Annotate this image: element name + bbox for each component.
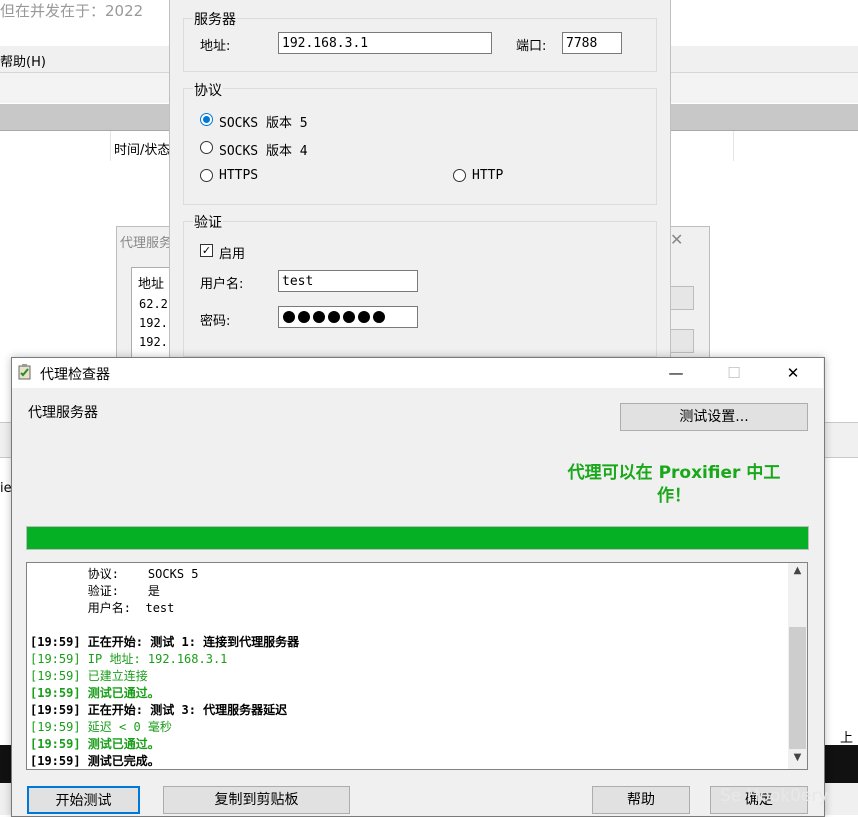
clipboard-check-icon <box>17 363 33 380</box>
log-line: [19:59] IP 地址: 192.168.3.1 <box>30 652 228 666</box>
enable-auth-checkbox[interactable]: ✓ <box>200 244 213 257</box>
status-message: 代理可以在 Proxifier 中工 作！ <box>548 462 800 508</box>
help-button[interactable]: 帮助 <box>592 786 690 814</box>
test-settings-button[interactable]: 测试设置... <box>620 403 808 431</box>
test-log-lines: 协议: SOCKS 5 验证: 是 用户名: test [19:59] 正在开始:… <box>30 566 785 770</box>
radio-socks4-label[interactable]: SOCKS 版本 4 <box>219 140 308 159</box>
password-label: 密码: <box>200 314 231 329</box>
status-message-line: 代理可以在 Proxifier 中工 <box>567 463 781 483</box>
progress-bar-fill <box>27 527 808 549</box>
protocol-group-title: 协议 <box>193 80 223 100</box>
scroll-up-icon[interactable]: ▲ <box>788 565 807 576</box>
radio-socks5-label[interactable]: SOCKS 版本 5 <box>219 112 308 131</box>
column-divider <box>733 131 734 161</box>
log-line: 协议: SOCKS 5 <box>30 567 199 581</box>
password-dot <box>343 310 355 323</box>
status-message-line: 作！ <box>657 486 691 506</box>
start-test-button[interactable]: 开始测试 <box>27 786 140 814</box>
password-field[interactable] <box>278 306 418 328</box>
log-line: [19:59] 正在开始: 测试 3: 代理服务器延迟 <box>30 703 288 717</box>
minimize-icon[interactable]: — <box>653 358 699 388</box>
checker-titlebar[interactable] <box>12 358 823 388</box>
column-divider <box>110 131 111 161</box>
close-icon[interactable]: ✕ <box>670 230 683 249</box>
proxy-list-row[interactable]: 192. <box>139 335 168 349</box>
proxy-list-row[interactable]: 62.2 <box>139 297 168 311</box>
log-line: 验证: 是 <box>30 584 160 598</box>
log-line: 用户名: test <box>30 601 175 615</box>
proxy-dialog-button[interactable] <box>670 286 694 310</box>
background-side-text: ie <box>0 481 12 496</box>
log-line: [19:59] 测试已通过。 <box>30 686 160 700</box>
username-label: 用户名: <box>200 277 244 292</box>
copy-to-clipboard-button[interactable]: 复制到剪贴板 <box>163 786 350 814</box>
proxy-list-row[interactable]: 192. <box>139 316 168 330</box>
proxy-list-header-address[interactable]: 地址 <box>138 273 164 292</box>
watermark: Se Hook0ery <box>720 786 829 806</box>
close-icon[interactable]: ✕ <box>770 358 816 388</box>
column-header-time-status[interactable]: 时间/状态 <box>114 139 170 158</box>
radio-http[interactable] <box>453 169 466 182</box>
password-dot <box>358 310 370 323</box>
auth-groupbox <box>183 221 657 357</box>
background-right-fragment: 上 <box>840 731 854 746</box>
password-dot <box>373 310 385 323</box>
radio-https[interactable] <box>200 169 213 182</box>
log-line: [19:59] 已建立连接 <box>30 669 148 683</box>
password-dot <box>298 310 310 323</box>
password-dot <box>313 310 325 323</box>
auth-group-title: 验证 <box>193 212 223 232</box>
maximize-icon[interactable]: ☐ <box>711 358 757 388</box>
radio-socks4[interactable] <box>200 141 213 154</box>
address-label: 地址: <box>200 39 231 54</box>
radio-https-label[interactable]: HTTPS <box>219 168 258 183</box>
log-line: [19:59] 测试已通过。 <box>30 737 160 751</box>
scroll-thumb[interactable] <box>789 627 806 749</box>
address-field[interactable]: 192.168.3.1 <box>278 32 492 54</box>
username-field[interactable]: test <box>278 270 418 292</box>
enable-auth-label[interactable]: 启用 <box>219 243 245 262</box>
log-line: [19:59] 正在开始: 测试 1: 连接到代理服务器 <box>30 635 300 649</box>
proxy-server-label: 代理服务器 <box>28 405 98 421</box>
log-line: [19:59] 测试已完成。 <box>30 754 160 768</box>
proxy-dialog-button[interactable] <box>670 329 694 353</box>
radio-http-label[interactable]: HTTP <box>472 168 503 183</box>
password-dot <box>328 310 340 323</box>
background-title-fragment: 但在并发在于：2022 <box>0 2 144 20</box>
checker-title: 代理检查器 <box>40 367 110 383</box>
password-dot <box>283 310 295 323</box>
radio-socks5[interactable] <box>200 113 213 126</box>
port-label: 端口: <box>516 39 547 54</box>
log-line: [19:59] 延迟 < 0 毫秒 <box>30 720 172 734</box>
menu-help[interactable]: 帮助(H) <box>0 51 46 70</box>
port-field[interactable]: 7788 <box>562 32 622 54</box>
server-group-title: 服务器 <box>193 9 237 29</box>
scroll-down-icon[interactable]: ▼ <box>788 752 807 763</box>
